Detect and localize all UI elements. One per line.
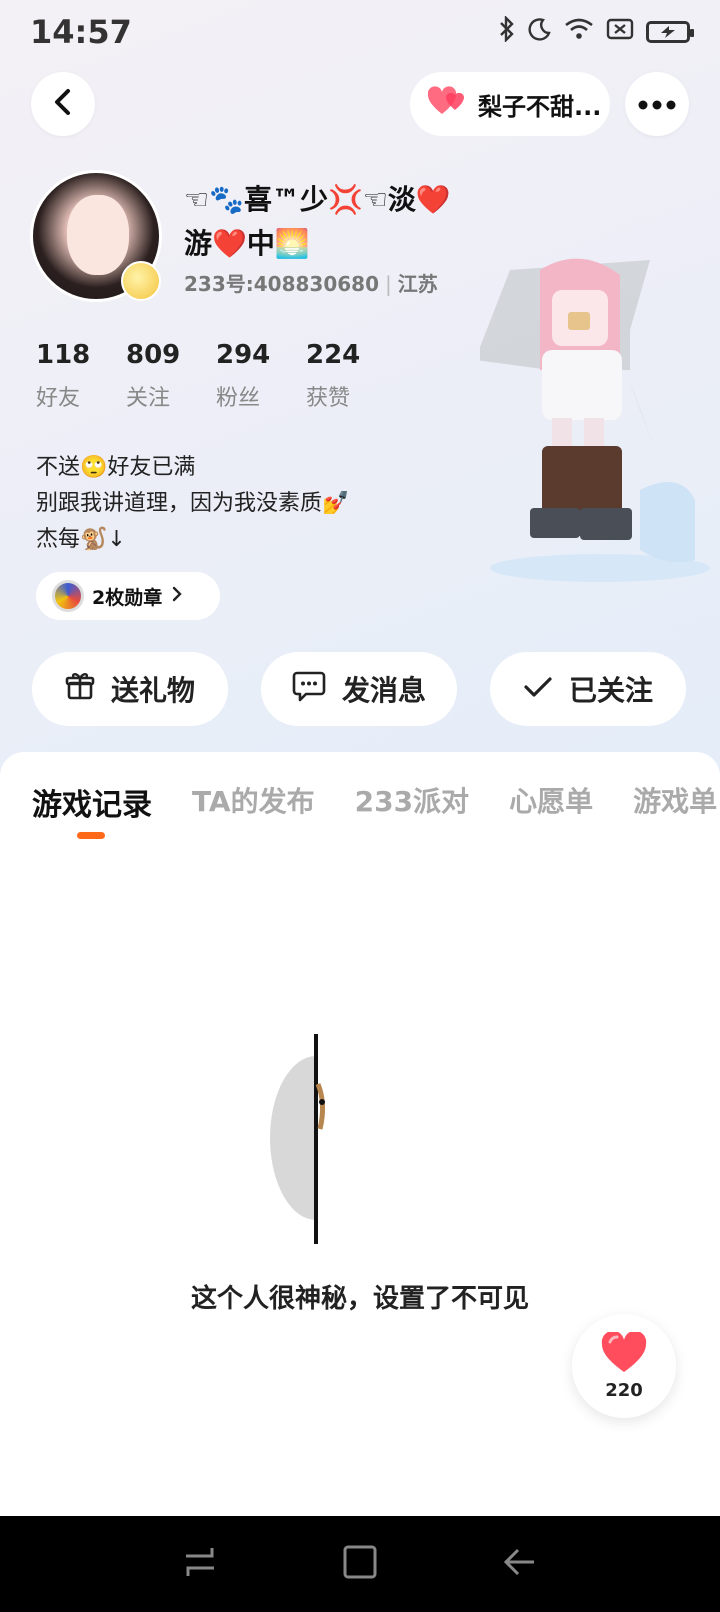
tab-game-records[interactable]: 游戏记录 <box>32 780 152 824</box>
action-row: 送礼物 发消息 已关注 <box>32 652 686 726</box>
stat-value: 809 <box>126 340 181 370</box>
like-button[interactable]: 220 <box>572 1314 676 1418</box>
more-dots-icon <box>638 95 676 114</box>
medal-icon <box>52 580 84 612</box>
avatar-face <box>67 195 129 275</box>
nickname-line-2: 游❤️中🌅 <box>184 227 310 260</box>
send-gift-label: 送礼物 <box>110 674 195 707</box>
heart-icon <box>601 1330 647 1378</box>
bio-line: 别跟我讲道理，因为我没素质💅 <box>36 491 350 516</box>
tab-bar: 游戏记录 TA的发布 233派对 心愿单 游戏单 <box>32 780 717 824</box>
stat-label: 好友 <box>36 386 81 411</box>
bluetooth-icon <box>498 15 516 48</box>
recent-apps-icon[interactable] <box>182 1544 218 1584</box>
checkmark-icon <box>523 673 553 706</box>
back-nav-icon[interactable] <box>502 1544 538 1584</box>
stat-friends[interactable]: 118 好友 <box>36 340 126 412</box>
active-tab-indicator <box>77 832 105 839</box>
chevron-right-icon <box>170 585 184 608</box>
home-icon[interactable] <box>342 1544 378 1584</box>
friend-tag-button[interactable]: 梨子不甜... <box>410 72 610 136</box>
system-nav-bar <box>0 1516 720 1612</box>
empty-state-text: 这个人很神秘，设置了不可见 <box>190 1284 529 1314</box>
avatar[interactable] <box>30 170 162 302</box>
stat-following[interactable]: 809 关注 <box>126 340 216 412</box>
followed-label: 已关注 <box>568 674 653 707</box>
nickname-line-1: ☜🐾喜™少💢☜淡❤️ <box>184 183 451 216</box>
badges-label: 2枚勋章 <box>92 586 163 609</box>
badges-button[interactable]: 2枚勋章 <box>36 572 220 620</box>
chat-bubble-icon <box>292 670 326 709</box>
followed-button[interactable]: 已关注 <box>490 652 686 726</box>
back-arrow-icon <box>52 88 74 120</box>
avatar-character[interactable] <box>475 250 710 590</box>
status-bar: 14:57 <box>0 0 720 64</box>
status-icons <box>498 15 694 48</box>
stat-fans[interactable]: 294 粉丝 <box>216 340 306 412</box>
stat-value: 118 <box>36 340 91 370</box>
id-separator: | <box>385 272 392 296</box>
tab-wishlist[interactable]: 心愿单 <box>509 780 593 824</box>
stats: 118 好友 809 关注 294 粉丝 224 获赞 <box>36 340 396 412</box>
avatar-emoji-badge <box>121 261 161 301</box>
tab-party[interactable]: 233派对 <box>355 780 469 824</box>
stat-label: 获赞 <box>306 386 351 411</box>
gift-icon <box>65 671 95 708</box>
nickname: ☜🐾喜™少💢☜淡❤️ 游❤️中🌅 <box>184 178 464 266</box>
more-button[interactable] <box>625 72 689 136</box>
status-time: 14:57 <box>30 13 132 51</box>
stat-value: 294 <box>216 340 271 370</box>
bio-line: 不送🙄好友已满 <box>36 455 196 480</box>
stat-label: 关注 <box>126 386 171 411</box>
wifi-icon <box>564 17 594 47</box>
peeking-character-illustration <box>270 1034 340 1244</box>
user-location: 江苏 <box>397 272 438 296</box>
hearts-icon <box>427 86 468 122</box>
friend-name: 梨子不甜... <box>478 92 602 121</box>
bio-line: 杰每🐒↓ <box>36 527 126 552</box>
stat-value: 224 <box>306 340 361 370</box>
like-count: 220 <box>605 1379 643 1401</box>
bio: 不送🙄好友已满 别跟我讲道理，因为我没素质💅 杰每🐒↓ <box>36 450 349 558</box>
battery-icon <box>646 21 694 43</box>
sim-off-icon <box>606 18 634 46</box>
send-message-button[interactable]: 发消息 <box>261 652 457 726</box>
user-id[interactable]: 233号:408830680 <box>184 272 379 296</box>
tab-posts[interactable]: TA的发布 <box>192 780 315 824</box>
moon-icon <box>528 17 552 47</box>
send-gift-button[interactable]: 送礼物 <box>32 652 228 726</box>
stat-label: 粉丝 <box>216 386 261 411</box>
back-button[interactable] <box>31 72 95 136</box>
tab-game-lists[interactable]: 游戏单 <box>633 780 717 824</box>
stat-likes[interactable]: 224 获赞 <box>306 340 396 412</box>
send-message-label: 发消息 <box>341 674 426 707</box>
id-line: 233号:408830680 | 江苏 <box>184 268 438 297</box>
